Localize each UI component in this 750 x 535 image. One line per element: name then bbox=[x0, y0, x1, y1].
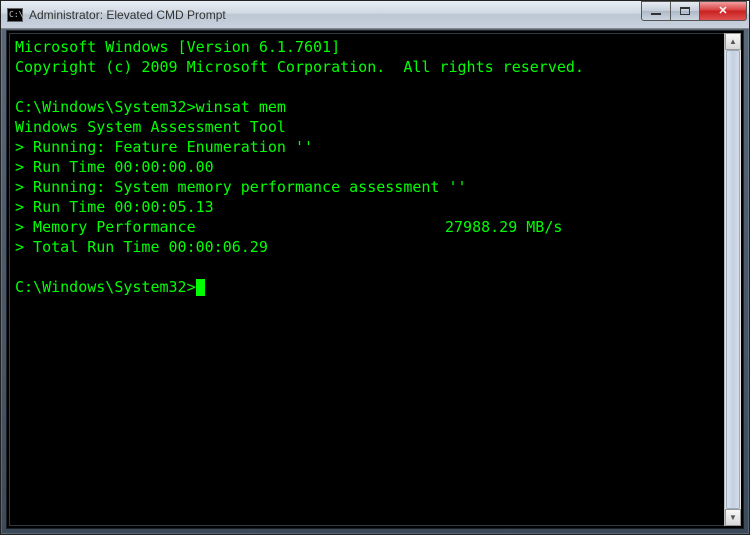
close-button[interactable]: ✕ bbox=[699, 1, 747, 21]
minimize-icon bbox=[651, 13, 661, 15]
output-line: > Total Run Time 00:00:06.29 bbox=[15, 238, 268, 256]
output-line: > Run Time 00:00:05.13 bbox=[15, 198, 214, 216]
window-controls: ✕ bbox=[642, 1, 747, 21]
maximize-button[interactable] bbox=[670, 1, 700, 21]
prompt-path: C:\Windows\System32> bbox=[15, 278, 196, 296]
memory-perf-value: 27988.29 MB/s bbox=[445, 217, 562, 237]
cmd-icon: C:\ bbox=[7, 8, 23, 22]
output-line: > Running: System memory performance ass… bbox=[15, 178, 467, 196]
close-icon: ✕ bbox=[718, 4, 727, 17]
cmd-window: C:\ Administrator: Elevated CMD Prompt ✕… bbox=[0, 0, 750, 535]
output-line: > Running: Feature Enumeration '' bbox=[15, 138, 313, 156]
tool-name-line: Windows System Assessment Tool bbox=[15, 118, 286, 136]
maximize-icon bbox=[680, 7, 690, 15]
window-title: Administrator: Elevated CMD Prompt bbox=[29, 8, 642, 22]
titlebar[interactable]: C:\ Administrator: Elevated CMD Prompt ✕ bbox=[1, 1, 749, 29]
minimize-button[interactable] bbox=[641, 1, 671, 21]
vertical-scrollbar[interactable]: ▲ ▼ bbox=[724, 33, 741, 526]
memory-perf-label: > Memory Performance bbox=[15, 217, 445, 237]
cursor bbox=[196, 279, 205, 296]
scroll-up-button[interactable]: ▲ bbox=[725, 33, 741, 50]
chevron-down-icon: ▼ bbox=[729, 513, 737, 522]
scroll-down-button[interactable]: ▼ bbox=[725, 509, 741, 526]
copyright-line: Copyright (c) 2009 Microsoft Corporation… bbox=[15, 58, 584, 76]
chevron-up-icon: ▲ bbox=[729, 37, 737, 46]
output-line: > Run Time 00:00:00.00 bbox=[15, 158, 214, 176]
os-version-line: Microsoft Windows [Version 6.1.7601] bbox=[15, 38, 340, 56]
command-input: winsat mem bbox=[196, 98, 286, 116]
client-area: Microsoft Windows [Version 6.1.7601] Cop… bbox=[7, 31, 743, 528]
scroll-track[interactable] bbox=[725, 50, 741, 509]
scroll-thumb[interactable] bbox=[726, 50, 740, 509]
terminal-output[interactable]: Microsoft Windows [Version 6.1.7601] Cop… bbox=[9, 33, 724, 526]
prompt-path: C:\Windows\System32> bbox=[15, 98, 196, 116]
